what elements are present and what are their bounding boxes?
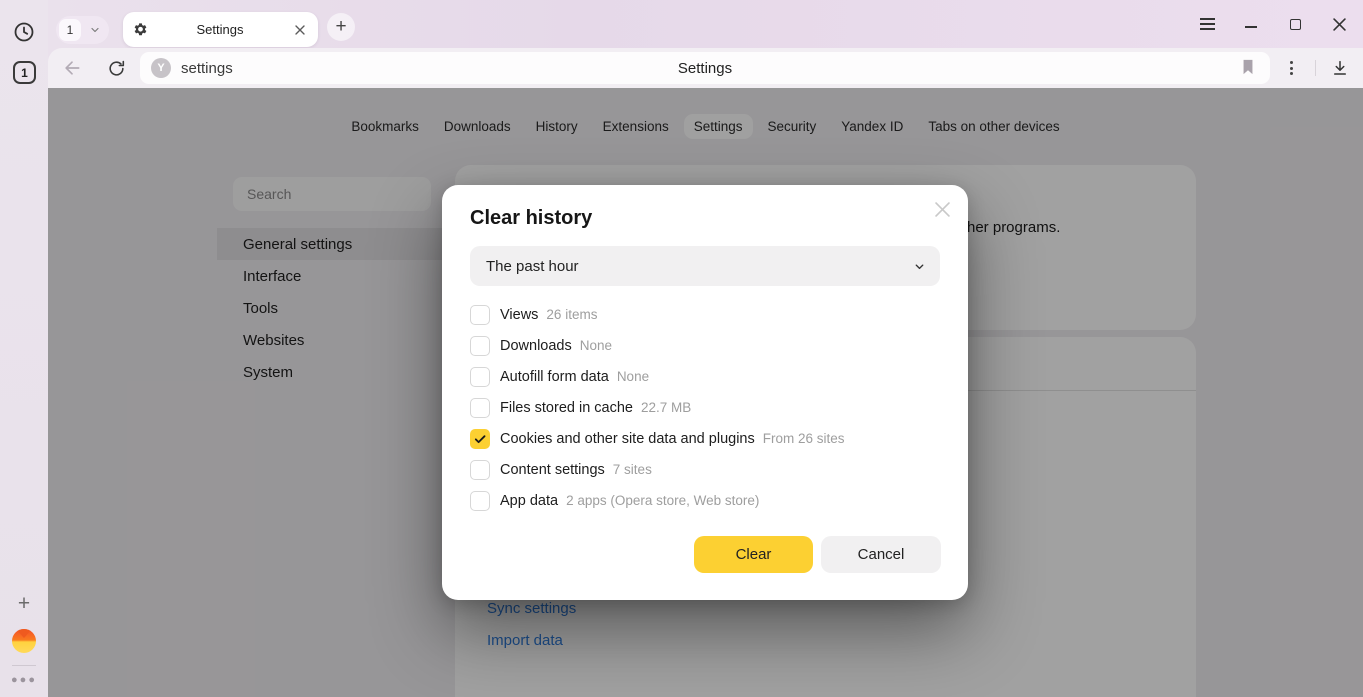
sidebar-add-icon[interactable]: + [12,592,36,616]
time-range-select[interactable]: The past hour [470,246,940,286]
window-controls [1195,0,1351,48]
menu-hamburger-icon[interactable] [1195,12,1219,36]
back-icon[interactable] [60,56,84,80]
clear-history-dialog: Clear history The past hour Views 26 item… [442,185,968,600]
dialog-title: Clear history [470,207,592,230]
clear-item-label: Autofill form data [500,369,609,385]
clear-item-autofill-form-data[interactable]: Autofill form data None [470,361,940,392]
yandex-mail-icon[interactable] [12,629,36,653]
clear-item-detail: 7 sites [613,462,652,477]
window-close-icon[interactable] [1327,12,1351,36]
page-title-center: Settings [140,60,1270,77]
gear-icon [133,22,148,37]
time-range-value: The past hour [486,258,913,275]
more-options-icon[interactable] [1279,61,1303,75]
cancel-button[interactable]: Cancel [821,536,941,573]
tab-close-icon[interactable] [292,25,308,35]
address-bar: Settings Y settings [48,48,1363,88]
clear-items-list: Views26 itemsDownloadsNoneAutofill form … [470,299,940,516]
reload-icon[interactable] [104,56,128,80]
clear-item-files-stored-in-cache[interactable]: Files stored in cache 22.7 MB [470,392,940,423]
tab-settings[interactable]: Settings [123,12,318,47]
browser-window: 1 + ●●● 1 Settings + [0,0,1363,697]
address-bar-actions [1279,48,1363,88]
clear-item-downloads[interactable]: Downloads None [470,330,940,361]
clear-item-label: App data [500,493,558,509]
history-clock-icon[interactable] [12,20,36,44]
chevron-down-icon [913,260,926,273]
tab-group-control[interactable]: 1 [56,16,109,44]
new-tab-button[interactable]: + [327,13,355,41]
sidebar-divider [12,665,36,666]
url-input[interactable]: Settings Y settings [140,52,1270,84]
clear-item-detail: 22.7 MB [641,400,691,415]
clear-item-label: Files stored in cache [500,400,633,416]
checkbox-unchecked[interactable] [470,367,490,387]
clear-item-label: Content settings [500,462,605,478]
top-chrome: 1 Settings + [48,0,1363,88]
checkbox-unchecked[interactable] [470,336,490,356]
clear-button[interactable]: Clear [694,536,813,573]
checkbox-unchecked[interactable] [470,460,490,480]
sidebar-more-icon[interactable]: ●●● [0,674,48,686]
downloads-icon[interactable] [1328,59,1352,77]
clear-item-label: Cookies and other site data and plugins [500,431,755,447]
browser-sidebar: 1 + ●●● [0,0,48,697]
clear-item-detail: 2 apps (Opera store, Web store) [566,493,759,508]
chevron-down-icon [89,24,101,36]
clear-item-cookies-and-other-site-data-and-plugins[interactable]: Cookies and other site data and plugins F… [470,423,940,454]
clear-item-detail: From 26 sites [763,431,845,446]
dialog-close-icon[interactable] [930,197,954,221]
workspace-button[interactable]: 1 [13,61,36,84]
clear-item-views[interactable]: Views 26 items [470,299,940,330]
clear-item-label: Downloads [500,338,572,354]
clear-item-detail: None [580,338,612,353]
clear-item-label: Views [500,307,538,323]
clear-item-detail: 26 items [546,307,597,322]
checkbox-unchecked[interactable] [470,491,490,511]
address-bar-separator [1315,60,1316,76]
clear-item-content-settings[interactable]: Content settings 7 sites [470,454,940,485]
bookmark-icon[interactable] [1240,58,1256,81]
tab-group-count-badge: 1 [59,19,81,41]
clear-item-app-data[interactable]: App data 2 apps (Opera store, Web store) [470,485,940,516]
window-minimize-icon[interactable] [1239,12,1263,36]
dialog-actions: Clear Cancel [694,536,941,573]
page-content: BookmarksDownloadsHistoryExtensionsSetti… [48,88,1363,697]
window-maximize-icon[interactable] [1283,12,1307,36]
checkbox-unchecked[interactable] [470,305,490,325]
checkbox-checked[interactable] [470,429,490,449]
tab-title: Settings [148,22,292,37]
checkbox-unchecked[interactable] [470,398,490,418]
clear-item-detail: None [617,369,649,384]
